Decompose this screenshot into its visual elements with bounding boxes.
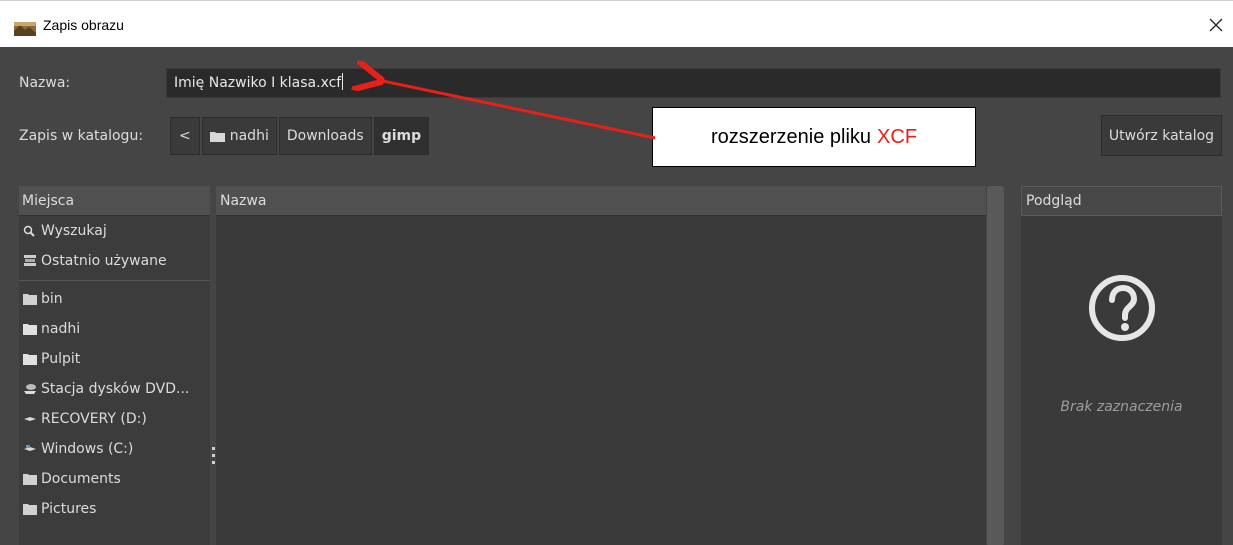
place-label: Documents	[41, 471, 121, 487]
filename-value: Imię Nazwiko I klasa.xcf	[174, 75, 342, 91]
file-list[interactable]: Nazwa	[216, 186, 986, 545]
place-desktop[interactable]: Pulpit	[19, 344, 210, 374]
window-title: Zapis obrazu	[43, 17, 124, 33]
breadcrumb-back-button[interactable]: <	[170, 117, 200, 155]
place-documents[interactable]: Documents	[19, 464, 210, 494]
system-drive-icon	[24, 445, 36, 451]
places-panel: Miejsca Wyszukaj Ostatnio używane bin na…	[19, 186, 210, 545]
breadcrumb-downloads[interactable]: Downloads	[278, 117, 372, 155]
places-header: Miejsca	[19, 186, 210, 216]
search-icon	[23, 225, 35, 237]
place-label: Ostatnio używane	[41, 253, 167, 269]
breadcrumb-gimp[interactable]: gimp	[373, 117, 430, 155]
annotation-accent-text: XCF	[877, 125, 918, 148]
text-caret	[342, 73, 344, 90]
no-selection-text: Brak zaznaczenia	[1060, 399, 1183, 415]
title-bar: Zapis obrazu	[0, 0, 1233, 47]
place-search[interactable]: Wyszukaj	[19, 216, 210, 246]
place-recent[interactable]: Ostatnio używane	[19, 246, 210, 276]
folder-icon	[209, 131, 225, 142]
breadcrumb-label: Downloads	[286, 128, 364, 144]
home-folder-icon	[23, 324, 37, 335]
place-label: Stacja dysków DVD...	[41, 381, 190, 397]
folder-label: Zapis w katalogu:	[19, 128, 144, 144]
place-nadhi[interactable]: nadhi	[19, 314, 210, 344]
name-column-header[interactable]: Nazwa	[216, 186, 986, 216]
file-list-scrollbar[interactable]	[987, 186, 1004, 545]
close-icon[interactable]	[1207, 16, 1225, 34]
preview-panel: Podgląd Brak zaznaczenia	[1021, 186, 1222, 545]
annotation-callout: rozszerzenie pliku XCF	[652, 107, 976, 167]
place-label: bin	[41, 291, 63, 307]
place-dvd-drive[interactable]: Stacja dysków DVD...	[19, 374, 210, 404]
folder-icon	[23, 294, 37, 305]
breadcrumb-nadhi[interactable]: nadhi	[201, 117, 277, 155]
place-recovery-drive[interactable]: RECOVERY (D:)	[19, 404, 210, 434]
question-icon	[1089, 275, 1155, 341]
breadcrumb-label: nadhi	[229, 128, 269, 144]
place-label: Windows (C:)	[41, 441, 134, 457]
recent-icon	[24, 255, 36, 266]
place-pictures[interactable]: Pictures	[19, 494, 210, 524]
places-divider	[19, 280, 210, 281]
place-bin[interactable]: bin	[19, 284, 210, 314]
annotation-text: rozszerzenie pliku	[710, 125, 872, 148]
place-label: nadhi	[41, 321, 81, 337]
place-label: Pictures	[41, 501, 97, 517]
desktop-folder-icon	[23, 354, 37, 365]
place-windows-drive[interactable]: Windows (C:)	[19, 434, 210, 464]
place-label: RECOVERY (D:)	[41, 411, 147, 427]
gimp-app-icon	[14, 22, 36, 36]
create-folder-button[interactable]: Utwórz katalog	[1101, 115, 1222, 156]
breadcrumb: < nadhi Downloads gimp	[170, 117, 430, 155]
filename-input[interactable]: Imię Nazwiko I klasa.xcf	[166, 68, 1221, 98]
save-dialog: Nazwa: Imię Nazwiko I klasa.xcf Zapis w …	[0, 47, 1233, 545]
folder-icon	[23, 504, 37, 515]
drive-icon	[24, 417, 36, 421]
dvd-drive-icon	[24, 384, 36, 394]
preview-header: Podgląd	[1021, 186, 1222, 216]
name-label: Nazwa:	[19, 75, 71, 91]
folder-icon	[23, 474, 37, 485]
chevron-left-icon: <	[179, 128, 191, 144]
place-label: Wyszukaj	[41, 223, 107, 239]
place-label: Pulpit	[41, 351, 81, 367]
pane-splitter-handle[interactable]	[212, 447, 215, 471]
breadcrumb-label: gimp	[381, 128, 422, 144]
